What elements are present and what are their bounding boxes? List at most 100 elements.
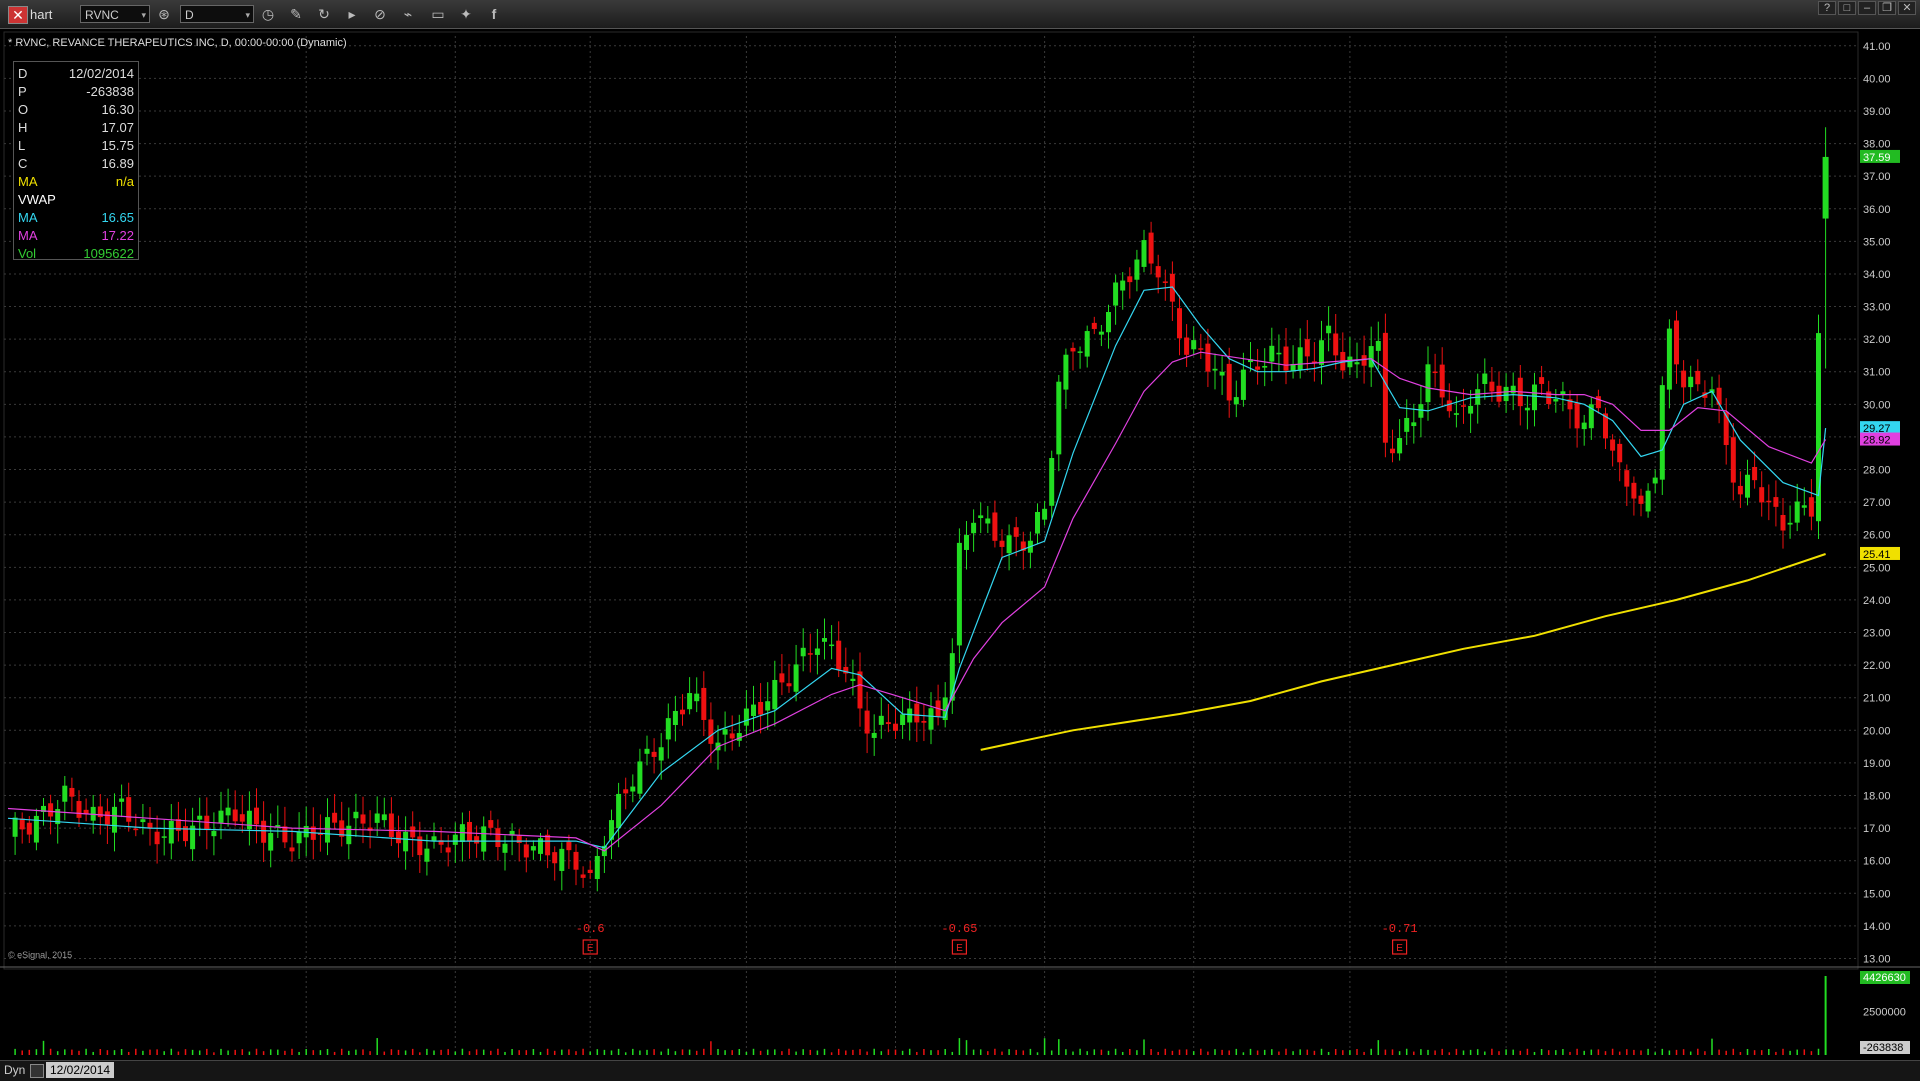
candle-body [644, 748, 650, 754]
candle-body [1432, 371, 1438, 374]
candle-body [545, 834, 551, 856]
candle-body [1453, 413, 1459, 415]
candle-body [296, 831, 302, 844]
candle-body [1063, 354, 1069, 390]
candle-body [396, 831, 401, 844]
candle-body [1304, 339, 1310, 357]
candle-body [552, 852, 558, 864]
candle-body [254, 807, 259, 825]
candle-body [1716, 387, 1722, 405]
earnings-value: -0.6 [576, 922, 605, 936]
y-tick-label: 35.00 [1863, 236, 1891, 248]
candle-body [971, 522, 977, 534]
y-tick-label: 39.00 [1863, 106, 1891, 118]
candle-body [580, 874, 586, 878]
candle-body [1162, 281, 1168, 283]
candle-body [530, 846, 536, 851]
data-window-label: C [18, 156, 28, 171]
candle-body [523, 844, 529, 858]
y-tick-label: 40.00 [1863, 73, 1891, 85]
candle-body [1745, 474, 1750, 498]
candle-body [1113, 282, 1119, 306]
candle-body [1425, 364, 1431, 403]
candle-body [1077, 351, 1083, 353]
price-chart[interactable]: 41.00 40.00 39.00 38.00 37.00 36.00 35.00 34.00… [0, 0, 1920, 1080]
candle-body [1333, 333, 1339, 356]
candle-body [1780, 514, 1786, 531]
candle-body [1049, 458, 1055, 506]
data-window-value: 15.75 [101, 138, 134, 153]
dyn-label[interactable]: Dyn [4, 1063, 25, 1077]
candle-body [246, 810, 252, 830]
candle-body [1361, 355, 1367, 366]
candle-body [1652, 477, 1658, 484]
candle-body [1382, 332, 1388, 443]
candle-body [1177, 308, 1182, 339]
candle-body [1098, 331, 1104, 335]
candle-body [594, 856, 600, 880]
candle-body [19, 818, 25, 830]
candle-body [1439, 364, 1445, 398]
candle-body [566, 841, 572, 851]
candle-body [630, 786, 636, 792]
candle-body [1581, 422, 1587, 430]
candle-body [467, 821, 472, 841]
data-window-label: H [18, 120, 28, 135]
candle-body [885, 722, 891, 725]
data-window-label: Vol [18, 246, 37, 261]
candle-body [232, 809, 238, 822]
candle-body [445, 847, 451, 853]
y-tick-label: 23.00 [1863, 628, 1891, 640]
candle-body [573, 851, 579, 870]
y-tick-label: 34.00 [1863, 269, 1891, 281]
candle-body [559, 848, 565, 871]
candle-body [1375, 340, 1381, 351]
candle-body [481, 826, 487, 852]
candle-body [807, 653, 813, 655]
y-tick-label: 33.00 [1863, 302, 1891, 314]
candle-body [751, 704, 756, 717]
y-tick-label: 21.00 [1863, 693, 1891, 705]
y-tick-label: 25.00 [1863, 562, 1891, 574]
candle-body [772, 679, 778, 710]
data-window-label: VWAP [18, 192, 56, 207]
earnings-icon-letter: E [1396, 943, 1403, 954]
candle-body [1496, 385, 1502, 402]
data-window-row: P -263838 [18, 84, 134, 102]
candle-body [1645, 490, 1651, 512]
calendar-icon[interactable] [30, 1064, 44, 1078]
candle-body [1730, 437, 1736, 483]
data-window-row: O 16.30 [18, 102, 134, 120]
y-tick-label: 36.00 [1863, 204, 1891, 216]
candle-body [1411, 422, 1417, 427]
candle-body [488, 820, 494, 828]
price-tag-label: 28.92 [1863, 435, 1891, 447]
data-window-label: D [18, 66, 28, 81]
candle-body [672, 710, 678, 725]
candle-body [722, 729, 728, 735]
data-window-value: 16.65 [101, 210, 134, 225]
candle-body [907, 708, 913, 723]
candle-body [1773, 497, 1779, 507]
data-window-value: 17.07 [101, 120, 134, 135]
candle-body [1759, 487, 1765, 503]
candle-body [76, 801, 82, 818]
candle-body [268, 833, 274, 851]
candle-body [1624, 470, 1630, 487]
candle-body [1631, 482, 1637, 499]
candle-body [1013, 527, 1019, 537]
candle-body [623, 789, 629, 794]
candle-body [1319, 340, 1324, 365]
candle-body [680, 709, 685, 715]
candle-body [1198, 348, 1204, 350]
moving-average-line [7, 351, 1827, 852]
candle-body [1638, 495, 1644, 504]
candle-body [1404, 417, 1410, 432]
candle-body [388, 813, 394, 838]
data-window-row: D 12/02/2014 [18, 66, 134, 84]
y-tick-label: 26.00 [1863, 530, 1891, 542]
candle-body [1205, 343, 1211, 372]
candle-body [900, 714, 906, 726]
candle-body [69, 787, 75, 797]
candle-body [1468, 405, 1474, 414]
